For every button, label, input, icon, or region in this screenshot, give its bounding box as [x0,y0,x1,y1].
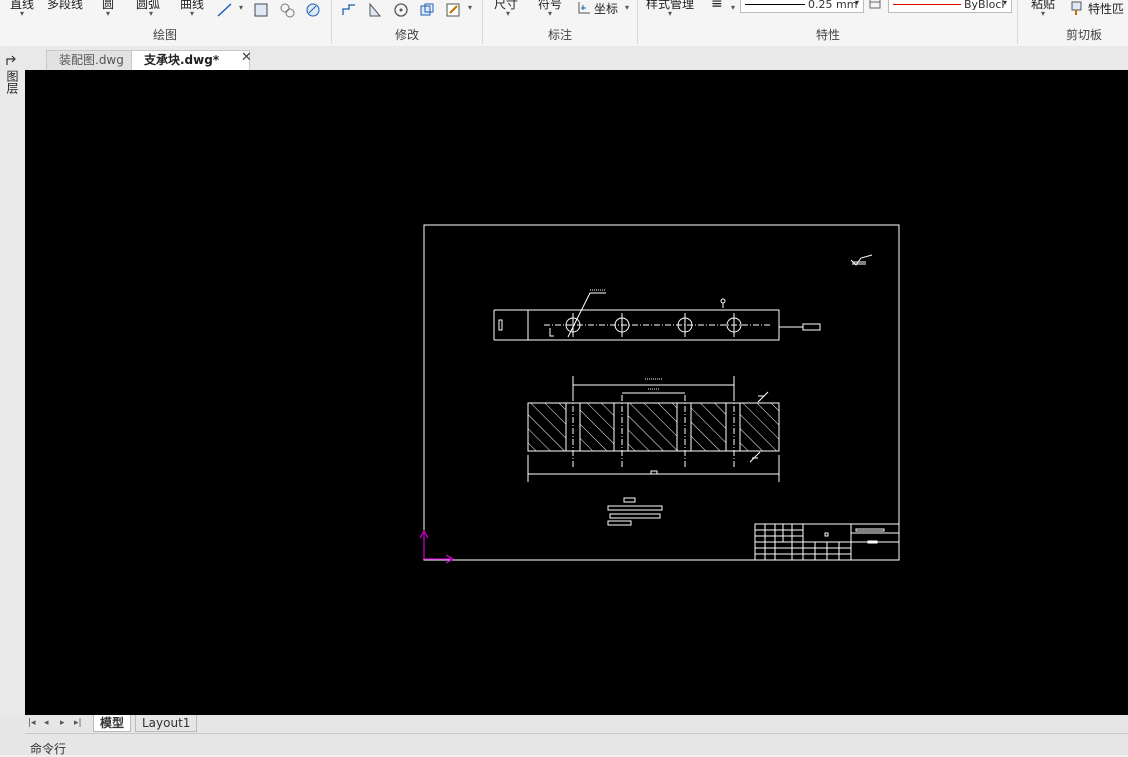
group-draw-label: 绘图 [152,28,177,42]
tab-support-block[interactable]: 支承块.dwg* [131,50,251,70]
next-layout-icon[interactable]: ▸ [60,718,65,728]
style-dropdown-icon[interactable]: ▾ [668,9,672,18]
tab-model[interactable]: 模型 [93,715,132,732]
layer-panel-tab[interactable]: 图层 [5,70,19,94]
group-properties-label: 特性 [815,28,840,42]
layer-icon[interactable] [868,0,882,10]
lineweight-dropdown-icon[interactable]: ▾ [855,0,859,7]
lineweight-select[interactable]: 0.25 mm ▾ [740,0,864,13]
separator [482,0,483,44]
rotate-icon[interactable] [392,1,410,19]
arc-tool[interactable]: 圆弧 [136,0,160,12]
paste-dropdown-icon[interactable]: ▾ [1041,9,1045,18]
edit-icon[interactable] [444,1,462,19]
group-modify-label: 修改 [394,28,419,42]
group-clipboard-label: 剪切板 [1065,28,1102,42]
match-properties-button[interactable]: 特性匹 [1088,0,1124,17]
copy-icon[interactable] [418,1,436,19]
linetype-dropdown-icon[interactable]: ▾ [731,3,735,12]
drawing-sheet [419,224,900,564]
rectangle-icon[interactable] [252,1,270,19]
status-area: |◂ ◂ ▸ ▸| 模型 Layout1 命令行 [0,715,1128,757]
symbol-dropdown-icon[interactable]: ▾ [548,9,552,18]
coordinate-tool[interactable]: 坐标 [594,0,618,17]
polyline-tool[interactable]: 多段线 [47,0,83,12]
tab-layout1[interactable]: Layout1 [135,715,198,732]
group-annotate-label: 标注 [547,28,572,42]
dimension-dropdown-icon[interactable]: ▾ [506,9,510,18]
color-value: ByBlock [964,0,1004,11]
ucs-icon [419,529,455,564]
divider [25,733,1128,734]
command-line[interactable]: 命令行 [30,740,66,757]
document-tabs: 装配图.dwg 支承块.dwg* ✕ [0,46,1128,70]
circle-dropdown-icon[interactable]: ▾ [106,9,110,18]
color-dropdown-icon[interactable]: ▾ [1003,0,1007,7]
color-select[interactable]: ByBlock ▾ [888,0,1012,13]
title-block [754,523,900,561]
separator [1017,0,1018,44]
drawing-canvas[interactable] [25,70,1128,715]
curve-dropdown-icon[interactable]: ▾ [190,9,194,18]
last-layout-icon[interactable]: ▸| [74,718,82,728]
line-dropdown-icon[interactable]: ▾ [20,9,24,18]
xline-icon[interactable] [216,1,234,19]
arc-dropdown-icon[interactable]: ▾ [149,9,153,18]
lineweight-value: 0.25 mm [808,0,858,11]
separator [637,0,638,44]
offset-icon[interactable] [340,1,358,19]
left-side-panel: 图层 [0,55,25,715]
panel-toggle-icon[interactable] [5,55,19,67]
match-properties-icon[interactable] [1069,0,1085,16]
section-view [527,395,780,468]
prev-layout-icon[interactable]: ◂ [44,718,49,728]
modify-dropdown-icon[interactable]: ▾ [468,3,472,12]
tab-support-block-label: 支承块.dwg* [144,53,220,67]
ribbon: 直线 ▾ 多段线 圆 ▾ 圆弧 ▾ 曲线 ▾ ▾ 绘图 ▾ 修改 尺寸 ▾ 符号… [0,0,1128,47]
hatch-icon[interactable] [304,1,322,19]
coordinate-dropdown-icon[interactable]: ▾ [625,3,629,12]
region-icon[interactable] [278,1,296,19]
xline-dropdown-icon[interactable]: ▾ [239,3,243,12]
first-layout-icon[interactable]: |◂ [28,718,36,728]
separator [331,0,332,44]
tab-assembly-drawing[interactable]: 装配图.dwg [46,50,137,70]
linetype-icon[interactable]: ≡ [711,0,723,12]
coordinate-icon[interactable] [576,0,592,16]
technical-notes [607,497,663,526]
close-tab-icon[interactable]: ✕ [241,50,252,65]
mirror-icon[interactable] [366,1,384,19]
